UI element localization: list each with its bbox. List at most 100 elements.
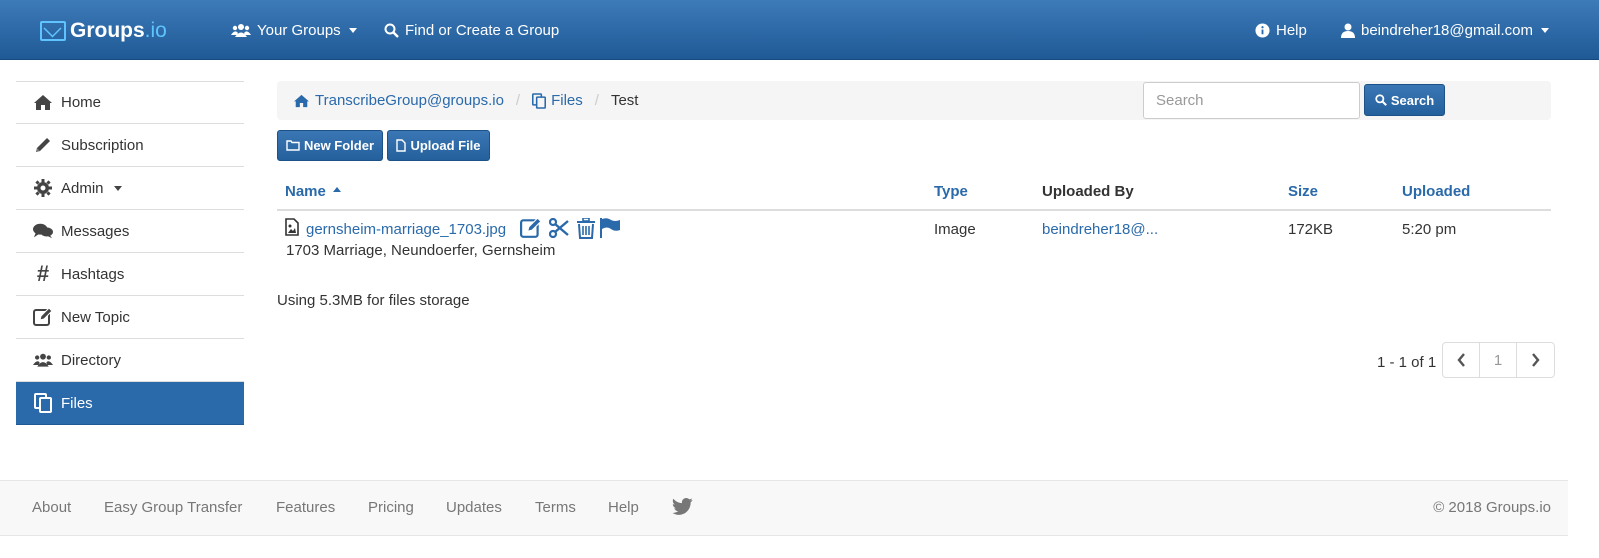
help-label: Help — [1276, 21, 1307, 39]
envelope-logo-icon — [40, 21, 66, 41]
help-link[interactable]: Help — [1255, 0, 1307, 60]
chevron-down-icon — [348, 27, 357, 33]
comments-icon — [33, 221, 53, 241]
sidebar-item-new-topic[interactable]: New Topic — [16, 296, 244, 339]
sidebar-item-label: New Topic — [61, 308, 130, 326]
chevron-down-icon — [1540, 27, 1549, 33]
sidebar-item-label: Hashtags — [61, 265, 125, 283]
sidebar-item-files[interactable]: Files — [16, 382, 244, 425]
sidebar-item-label: Admin — [61, 179, 104, 197]
search-icon — [1375, 94, 1387, 106]
logo-suffix: .io — [144, 19, 167, 42]
file-icon — [396, 139, 407, 152]
twitter-icon[interactable] — [672, 498, 693, 518]
breadcrumb-files-link[interactable]: Files — [532, 92, 583, 109]
breadcrumb-separator: / — [515, 92, 521, 109]
files-icon — [532, 92, 547, 109]
sidebar: Home Subscription Admin Messages # Hasht… — [16, 81, 244, 425]
chevron-down-icon — [113, 185, 122, 191]
home-icon — [33, 93, 53, 113]
footer-link-pricing[interactable]: Pricing — [368, 499, 414, 516]
user-email: beindreher18@gmail.com — [1361, 21, 1533, 39]
edit-icon[interactable] — [520, 217, 542, 239]
uploader-link[interactable]: beindreher18@... — [1042, 221, 1158, 238]
breadcrumb-group-label: TranscribeGroup@groups.io — [315, 92, 504, 109]
flag-icon[interactable] — [599, 217, 621, 239]
pagination-summary: 1 - 1 of 1 — [1377, 354, 1437, 371]
file-type: Image — [934, 221, 976, 238]
new-folder-button[interactable]: New Folder — [277, 130, 383, 161]
sidebar-item-label: Files — [61, 394, 93, 412]
user-menu[interactable]: beindreher18@gmail.com — [1341, 0, 1549, 60]
home-icon — [294, 94, 309, 107]
column-header-uploaded[interactable]: Uploaded — [1402, 183, 1470, 200]
previous-page-button[interactable] — [1443, 343, 1480, 377]
hashtag-icon: # — [36, 261, 50, 286]
copyright: © 2018 Groups.io — [1433, 499, 1551, 516]
file-description: 1703 Marriage, Neundoerfer, Gernsheim — [286, 242, 556, 259]
groupsio-logo[interactable]: Groups .io — [40, 17, 167, 45]
column-header-type[interactable]: Type — [934, 183, 968, 200]
sidebar-item-directory[interactable]: Directory — [16, 339, 244, 382]
upload-file-button[interactable]: Upload File — [387, 130, 490, 161]
sidebar-item-hashtags[interactable]: # Hashtags — [16, 253, 244, 296]
cut-icon[interactable] — [548, 217, 570, 239]
sidebar-item-admin[interactable]: Admin — [16, 167, 244, 210]
users-icon — [231, 24, 251, 37]
sidebar-item-home[interactable]: Home — [16, 81, 244, 124]
storage-usage-text: Using 5.3MB for files storage — [277, 292, 470, 309]
footer-link-help[interactable]: Help — [608, 499, 639, 516]
trash-icon[interactable] — [575, 217, 597, 239]
footer-link-features[interactable]: Features — [276, 499, 335, 516]
sidebar-item-messages[interactable]: Messages — [16, 210, 244, 253]
top-navbar: Groups .io Your Groups Find or Create a G… — [0, 0, 1599, 60]
next-page-button[interactable] — [1517, 343, 1554, 377]
breadcrumb-current: Test — [610, 92, 639, 109]
image-file-icon — [285, 218, 299, 236]
pencil-icon — [33, 135, 53, 155]
footer-link-updates[interactable]: Updates — [446, 499, 502, 516]
find-create-label: Find or Create a Group — [405, 21, 560, 39]
chevron-left-icon — [1456, 353, 1465, 367]
logo-text: Groups — [70, 19, 145, 42]
gear-icon — [33, 178, 53, 198]
footer-link-about[interactable]: About — [32, 499, 71, 516]
user-icon — [1341, 23, 1355, 38]
search-button[interactable]: Search — [1364, 84, 1445, 116]
sidebar-item-label: Subscription — [61, 136, 144, 154]
your-groups-label: Your Groups — [257, 21, 341, 39]
file-size: 172KB — [1288, 221, 1334, 238]
file-uploaded-time: 5:20 pm — [1402, 221, 1457, 238]
sidebar-item-label: Messages — [61, 222, 130, 240]
users-icon — [33, 350, 53, 370]
search-button-label: Search — [1390, 92, 1435, 108]
table-header-divider — [277, 209, 1551, 211]
footer-link-easy-group-transfer[interactable]: Easy Group Transfer — [104, 499, 242, 516]
folder-icon — [286, 140, 300, 151]
new-folder-label: New Folder — [303, 138, 375, 153]
sort-asc-icon — [333, 187, 342, 192]
edit-icon — [33, 307, 53, 327]
breadcrumb-files-label: Files — [551, 92, 583, 109]
footer-link-terms[interactable]: Terms — [535, 499, 576, 516]
column-header-uploaded-by: Uploaded By — [1042, 183, 1134, 200]
column-header-name-label: Name — [285, 183, 326, 200]
sidebar-item-label: Home — [61, 94, 102, 111]
upload-file-label: Upload File — [410, 138, 481, 153]
sidebar-item-label: Directory — [61, 351, 122, 369]
column-header-name[interactable]: Name — [285, 183, 342, 200]
breadcrumb-separator: / — [594, 92, 599, 109]
column-header-size[interactable]: Size — [1288, 183, 1318, 200]
page-number[interactable]: 1 — [1480, 343, 1517, 377]
find-create-group-link[interactable]: Find or Create a Group — [384, 0, 559, 60]
info-icon — [1255, 22, 1270, 38]
breadcrumb-group-link[interactable]: TranscribeGroup@groups.io — [293, 92, 504, 109]
your-groups-menu[interactable]: Your Groups — [231, 0, 357, 60]
pagination: 1 — [1442, 342, 1555, 378]
sidebar-item-subscription[interactable]: Subscription — [16, 124, 244, 167]
chevron-right-icon — [1532, 353, 1540, 367]
search-input[interactable] — [1143, 82, 1360, 119]
footer: About Easy Group Transfer Features Prici… — [0, 480, 1568, 536]
file-name-link[interactable]: gernsheim-marriage_1703.jpg — [306, 221, 506, 238]
search-icon — [384, 23, 399, 38]
